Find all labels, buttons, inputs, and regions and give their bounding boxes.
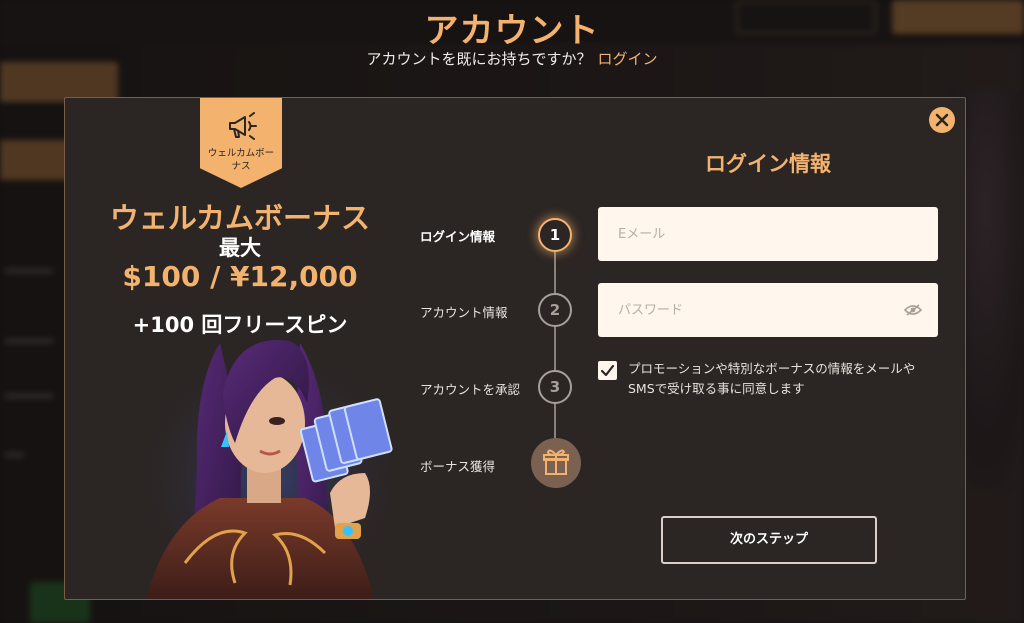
checkmark-icon [600,364,615,377]
close-button[interactable] [929,107,955,133]
next-step-button[interactable]: 次のステップ [661,516,877,564]
step-1-indicator: 1 [538,218,572,252]
form-title: ログイン情報 [705,152,831,176]
consent-label: プロモーションや特別なボーナスの情報をメールやSMSで受け取る事に同意します [628,361,916,396]
email-field[interactable] [598,207,938,261]
stepper-line [554,252,556,452]
welcome-bonus-ribbon: ウェルカムボーナス [200,98,282,188]
ribbon-label: ウェルカムボーナス [207,148,275,172]
step-4-label: ボーナス獲得 [420,459,496,474]
password-field[interactable] [598,283,938,337]
step-2-label: アカウント情報 [420,305,508,320]
toggle-password-visibility-icon[interactable] [904,304,922,316]
step-3-indicator: 3 [538,370,572,404]
login-prompt: アカウントを既にお持ちですか？ ログイン [0,48,1024,69]
promo-character-illustration [125,323,415,599]
login-link[interactable]: ログイン [598,50,658,68]
step-3-label: アカウントを承認 [420,382,521,397]
gift-icon [543,449,569,475]
step-2-indicator: 2 [538,293,572,327]
consent-checkbox[interactable] [598,361,617,380]
login-prompt-text: アカウントを既にお持ちですか？ [366,50,592,68]
step-4-indicator [531,438,581,488]
welcome-bonus-panel: ウェルカムボーナス ウェルカムボーナス 最大 $100 / ¥12,000 +1… [65,98,415,599]
signup-modal: ウェルカムボーナス ウェルカムボーナス 最大 $100 / ¥12,000 +1… [64,97,966,600]
page-title: アカウント [424,11,600,51]
megaphone-icon [229,112,257,140]
promo-max-label: 最大 [219,236,261,260]
promo-amount: $100 / ¥12,000 [122,260,358,293]
promo-title: ウェルカムボーナス [109,201,371,235]
step-1-label: ログイン情報 [420,229,496,244]
close-icon [935,113,949,127]
